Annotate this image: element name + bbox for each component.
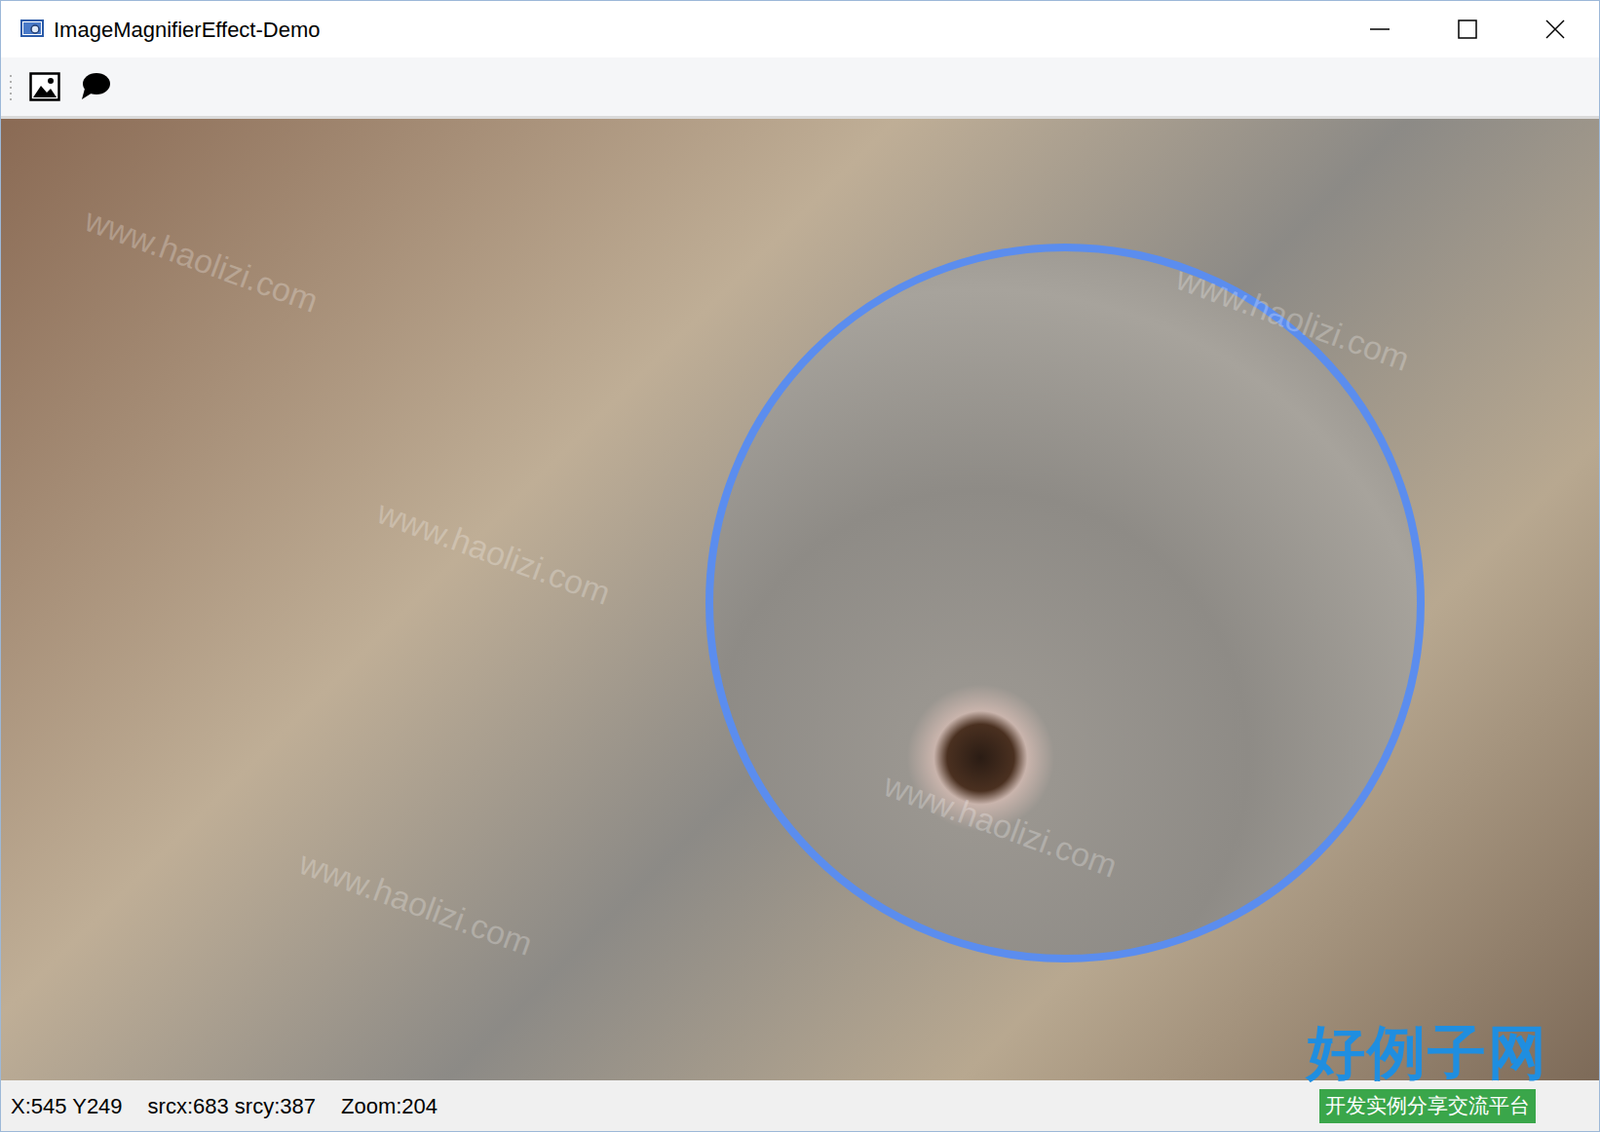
logo-text: 好例子网 <box>1306 1023 1549 1082</box>
watermark-logo: 好例子网开发实例分享交流平台 <box>1306 1023 1549 1125</box>
toolbar <box>0 57 1600 116</box>
watermark-text: www.haolizi.com <box>370 488 618 619</box>
about-icon[interactable] <box>76 68 115 106</box>
status-text: Zoom:204 <box>341 1090 438 1123</box>
close-icon[interactable] <box>1511 0 1600 58</box>
grip-icon <box>8 72 13 102</box>
photo[interactable]: www.haolizi.com www.haolizi.com www.haoliz… <box>0 115 1600 1081</box>
status-bar: X:545 Y249 srcx:683 srcy:387 Zoom:204 <box>0 1080 1600 1132</box>
magnifier-lens <box>705 243 1425 963</box>
minimize-icon[interactable] <box>1335 0 1424 58</box>
watermark-text: www.haolizi.com <box>292 838 540 970</box>
maximize-icon[interactable] <box>1423 0 1512 58</box>
window-title: ImageMagnifierEffect-Demo <box>53 13 321 46</box>
watermark-text: www.haolizi.com <box>876 761 1125 892</box>
watermark-text: www.haolizi.com <box>1169 254 1417 385</box>
open-image-icon[interactable] <box>26 68 64 106</box>
logo-slogan: 开发实例分享交流平台 <box>1319 1089 1536 1125</box>
title-bar: ImageMagnifierEffect-Demo <box>0 0 1600 58</box>
status-text: X:545 Y249 <box>10 1090 123 1123</box>
app-icon <box>20 18 46 40</box>
watermark-text: www.haolizi.com <box>77 195 326 327</box>
status-text: srcx:683 srcy:387 <box>148 1090 316 1123</box>
